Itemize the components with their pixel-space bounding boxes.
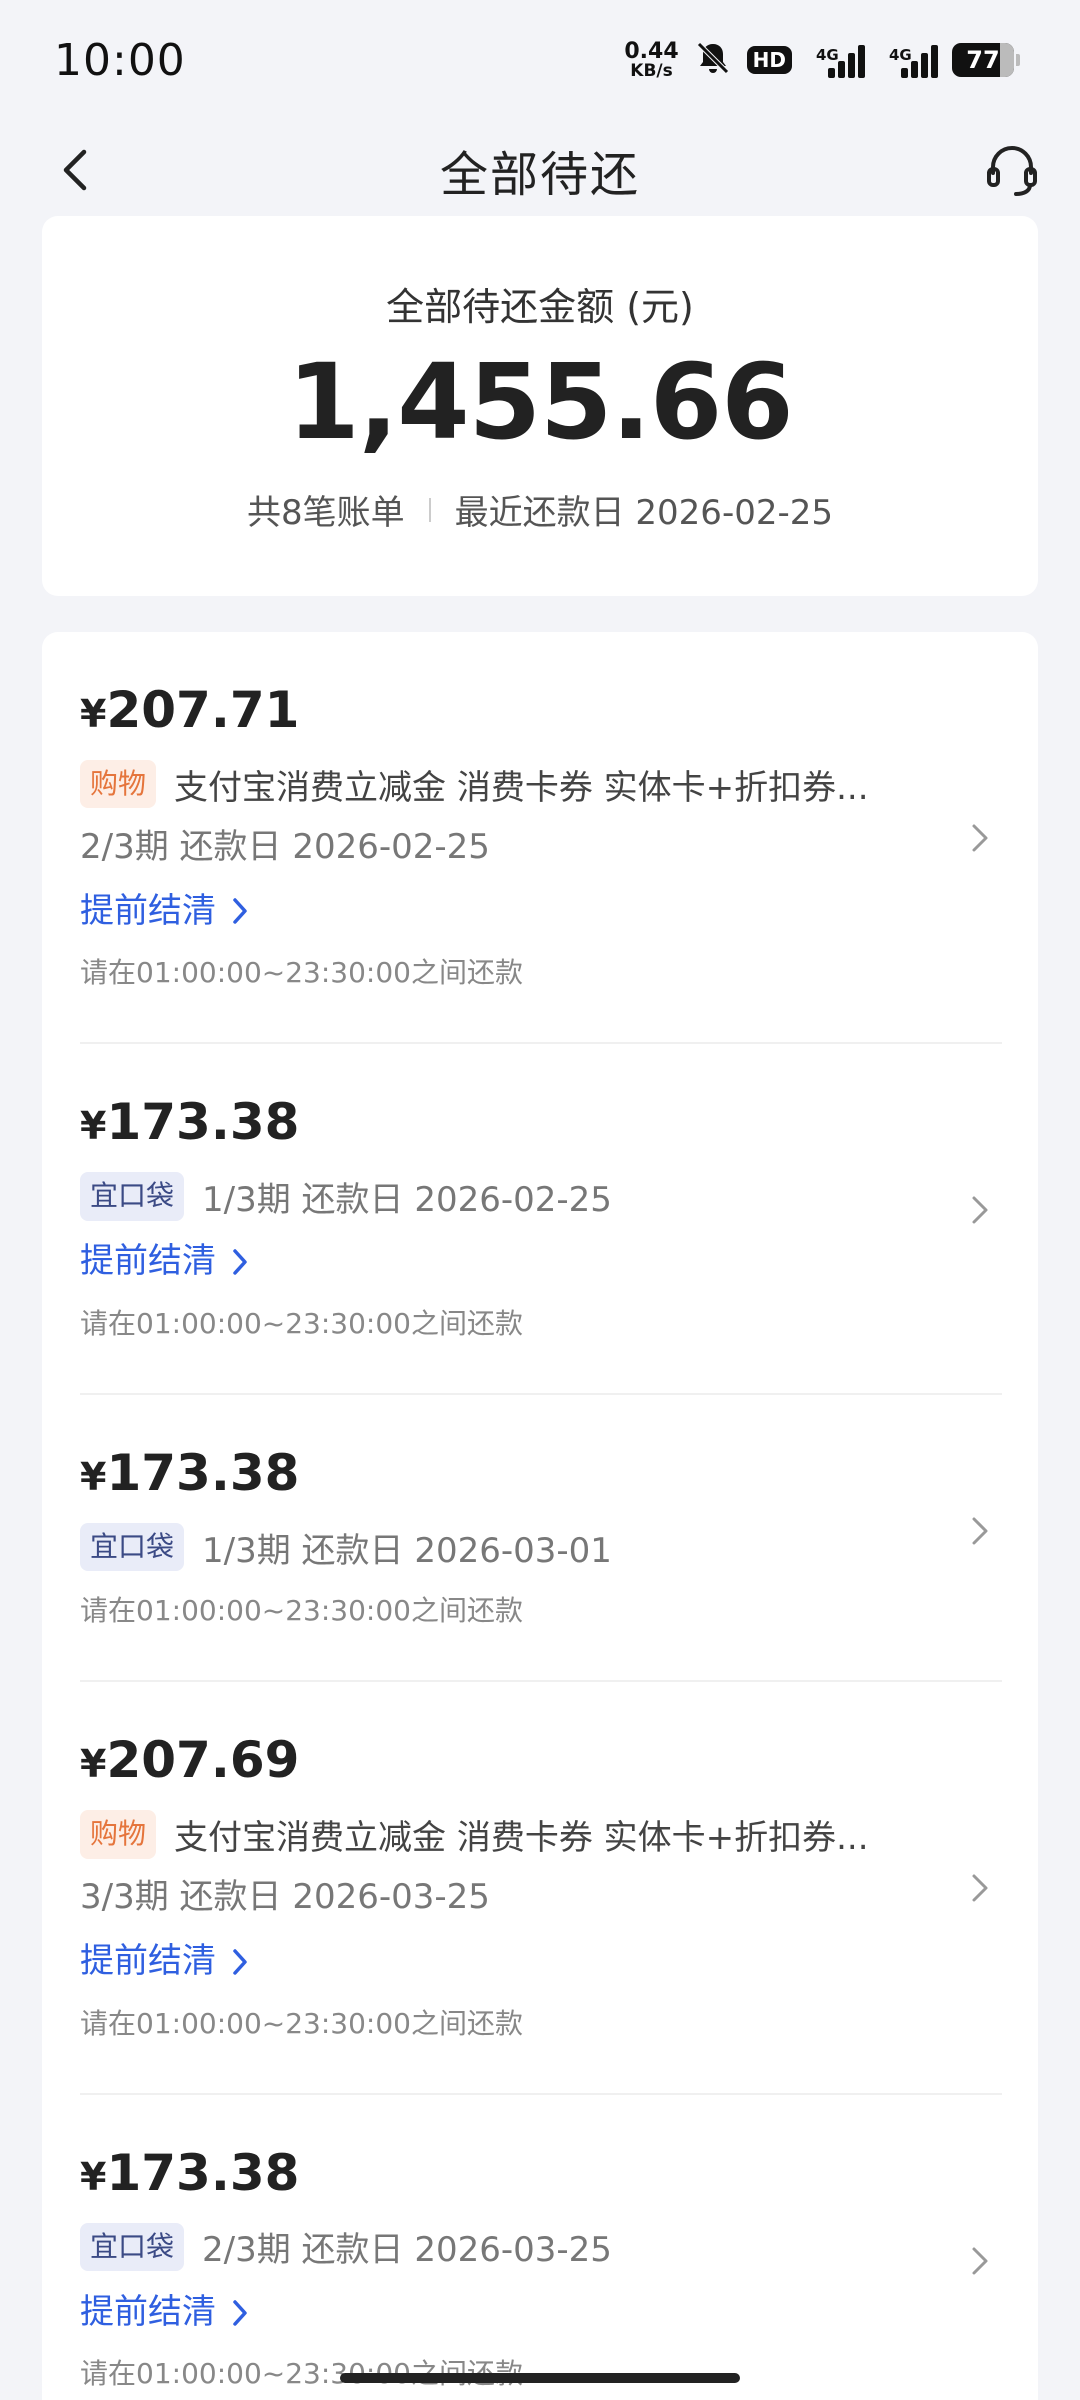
loan-tag: 宜口袋 bbox=[80, 1522, 185, 1572]
divider bbox=[428, 497, 431, 522]
bill-desc-row: 购物 支付宝消费立减金 消费卡券 实体卡+折扣券... bbox=[80, 758, 942, 810]
chevron-right-icon bbox=[233, 898, 247, 925]
early-settle-link[interactable]: 提前结清 bbox=[80, 888, 248, 936]
mute-icon bbox=[693, 38, 733, 82]
network-speed: 0.44 KB/s bbox=[624, 38, 679, 81]
chevron-right-icon bbox=[972, 2247, 988, 2275]
bill-period: 2/3期 还款日 2026-02-25 bbox=[80, 827, 490, 867]
bill-period: 3/3期 还款日 2026-03-25 bbox=[80, 1877, 490, 1918]
bill-period: 1/3期 还款日 2026-03-01 bbox=[202, 1530, 612, 1571]
bill-list: ¥207.71 购物 支付宝消费立减金 消费卡券 实体卡+折扣券... 2/3期… bbox=[42, 632, 1038, 2400]
summary-card: 全部待还金额 (元) 1,455.66 共8笔账单 最近还款日 2026-02-… bbox=[42, 216, 1038, 596]
hd-badge: HD bbox=[746, 46, 792, 74]
bill-period: 1/3期 还款日 2026-02-25 bbox=[202, 1179, 612, 1220]
bill-description: 支付宝消费立减金 消费卡券 实体卡+折扣券... bbox=[174, 767, 869, 808]
bill-description: 支付宝消费立减金 消费卡券 实体卡+折扣券... bbox=[174, 1817, 869, 1858]
bill-item[interactable]: ¥173.38 宜口袋 1/3期 还款日 2026-03-01 请在01:00:… bbox=[42, 1395, 1038, 1683]
chevron-right-icon bbox=[972, 1517, 988, 1545]
bill-amount: ¥173.38 bbox=[80, 1093, 300, 1152]
bill-desc-row: 宜口袋 2/3期 还款日 2026-03-25 bbox=[80, 2221, 942, 2273]
signal-icon: 4G bbox=[879, 42, 938, 78]
chevron-right-icon bbox=[233, 1249, 247, 1275]
early-settle-link[interactable]: 提前结清 bbox=[80, 1938, 248, 1986]
bill-amount: ¥173.38 bbox=[80, 2143, 300, 2202]
battery-level: 77 bbox=[966, 46, 1000, 74]
repay-time-hint: 请在01:00:00~23:30:00之间还款 bbox=[80, 956, 523, 990]
chevron-left-icon bbox=[63, 149, 87, 191]
repay-time-hint: 请在01:00:00~23:30:00之间还款 bbox=[80, 2006, 523, 2040]
bill-item[interactable]: ¥207.71 购物 支付宝消费立减金 消费卡券 实体卡+折扣券... 2/3期… bbox=[42, 632, 1038, 1045]
early-settle-link[interactable]: 提前结清 bbox=[80, 2289, 248, 2337]
early-settle-link[interactable]: 提前结清 bbox=[80, 1238, 248, 1286]
bill-amount: ¥207.69 bbox=[80, 1731, 300, 1790]
bill-count: 共8笔账单 bbox=[246, 493, 405, 534]
app-root: 10:00 0.44 KB/s HD 4G 4G 77 全部待还 全部待还金额 … bbox=[0, 0, 1080, 2400]
bill-amount: ¥207.71 bbox=[80, 681, 300, 739]
recent-due-date: 最近还款日 2026-02-25 bbox=[454, 493, 834, 534]
home-indicator[interactable] bbox=[340, 2373, 740, 2383]
bill-amount: ¥173.38 bbox=[80, 1444, 300, 1503]
repay-time-hint: 请在01:00:00~23:30:00之间还款 bbox=[80, 1594, 523, 1628]
chevron-right-icon bbox=[972, 824, 988, 852]
bill-period: 2/3期 还款日 2026-03-25 bbox=[202, 2230, 612, 2271]
loan-tag: 宜口袋 bbox=[80, 1172, 185, 1221]
bill-desc-row: 购物 支付宝消费立减金 消费卡券 实体卡+折扣券... bbox=[80, 1808, 942, 1860]
battery-icon: 77 bbox=[952, 43, 1020, 77]
signal-icon: 4G bbox=[806, 42, 865, 78]
network-speed-unit: KB/s bbox=[630, 60, 673, 81]
customer-service-button[interactable] bbox=[980, 138, 1044, 202]
network-speed-value: 0.44 bbox=[624, 38, 679, 64]
nav-header: 全部待还 bbox=[0, 120, 1080, 220]
chevron-right-icon bbox=[972, 1874, 988, 1902]
status-icons: 0.44 KB/s HD 4G 4G 77 bbox=[624, 38, 1020, 82]
bill-item[interactable]: ¥207.69 购物 支付宝消费立减金 消费卡券 实体卡+折扣券... 3/3期… bbox=[42, 1682, 1038, 2096]
loan-tag: 宜口袋 bbox=[80, 2222, 185, 2271]
back-button[interactable] bbox=[48, 142, 104, 198]
summary-meta: 共8笔账单 最近还款日 2026-02-25 bbox=[247, 485, 833, 534]
total-amount: 1,455.66 bbox=[287, 341, 793, 463]
bill-item[interactable]: ¥173.38 宜口袋 2/3期 还款日 2026-03-25 提前结清 请在0… bbox=[42, 2095, 1038, 2400]
shopping-tag: 购物 bbox=[80, 759, 157, 809]
bill-desc-row: 宜口袋 1/3期 还款日 2026-03-01 bbox=[80, 1521, 942, 1573]
network-type-label: 4G bbox=[816, 46, 839, 64]
page-title: 全部待还 bbox=[439, 147, 640, 203]
chevron-right-icon bbox=[233, 1948, 247, 1975]
bill-desc-row: 宜口袋 1/3期 还款日 2026-02-25 bbox=[80, 1170, 942, 1222]
status-bar: 10:00 0.44 KB/s HD 4G 4G 77 bbox=[0, 0, 1080, 120]
repay-time-hint: 请在01:00:00~23:30:00之间还款 bbox=[80, 1306, 523, 1340]
network-type-label: 4G bbox=[889, 46, 912, 64]
status-time: 10:00 bbox=[54, 34, 186, 86]
chevron-right-icon bbox=[233, 2299, 247, 2326]
shopping-tag: 购物 bbox=[80, 1810, 157, 1859]
chevron-right-icon bbox=[972, 1196, 988, 1224]
bill-item[interactable]: ¥173.38 宜口袋 1/3期 还款日 2026-02-25 提前结清 请在0… bbox=[42, 1044, 1038, 1395]
headset-icon bbox=[987, 146, 1037, 196]
summary-label: 全部待还金额 (元) bbox=[386, 285, 694, 329]
